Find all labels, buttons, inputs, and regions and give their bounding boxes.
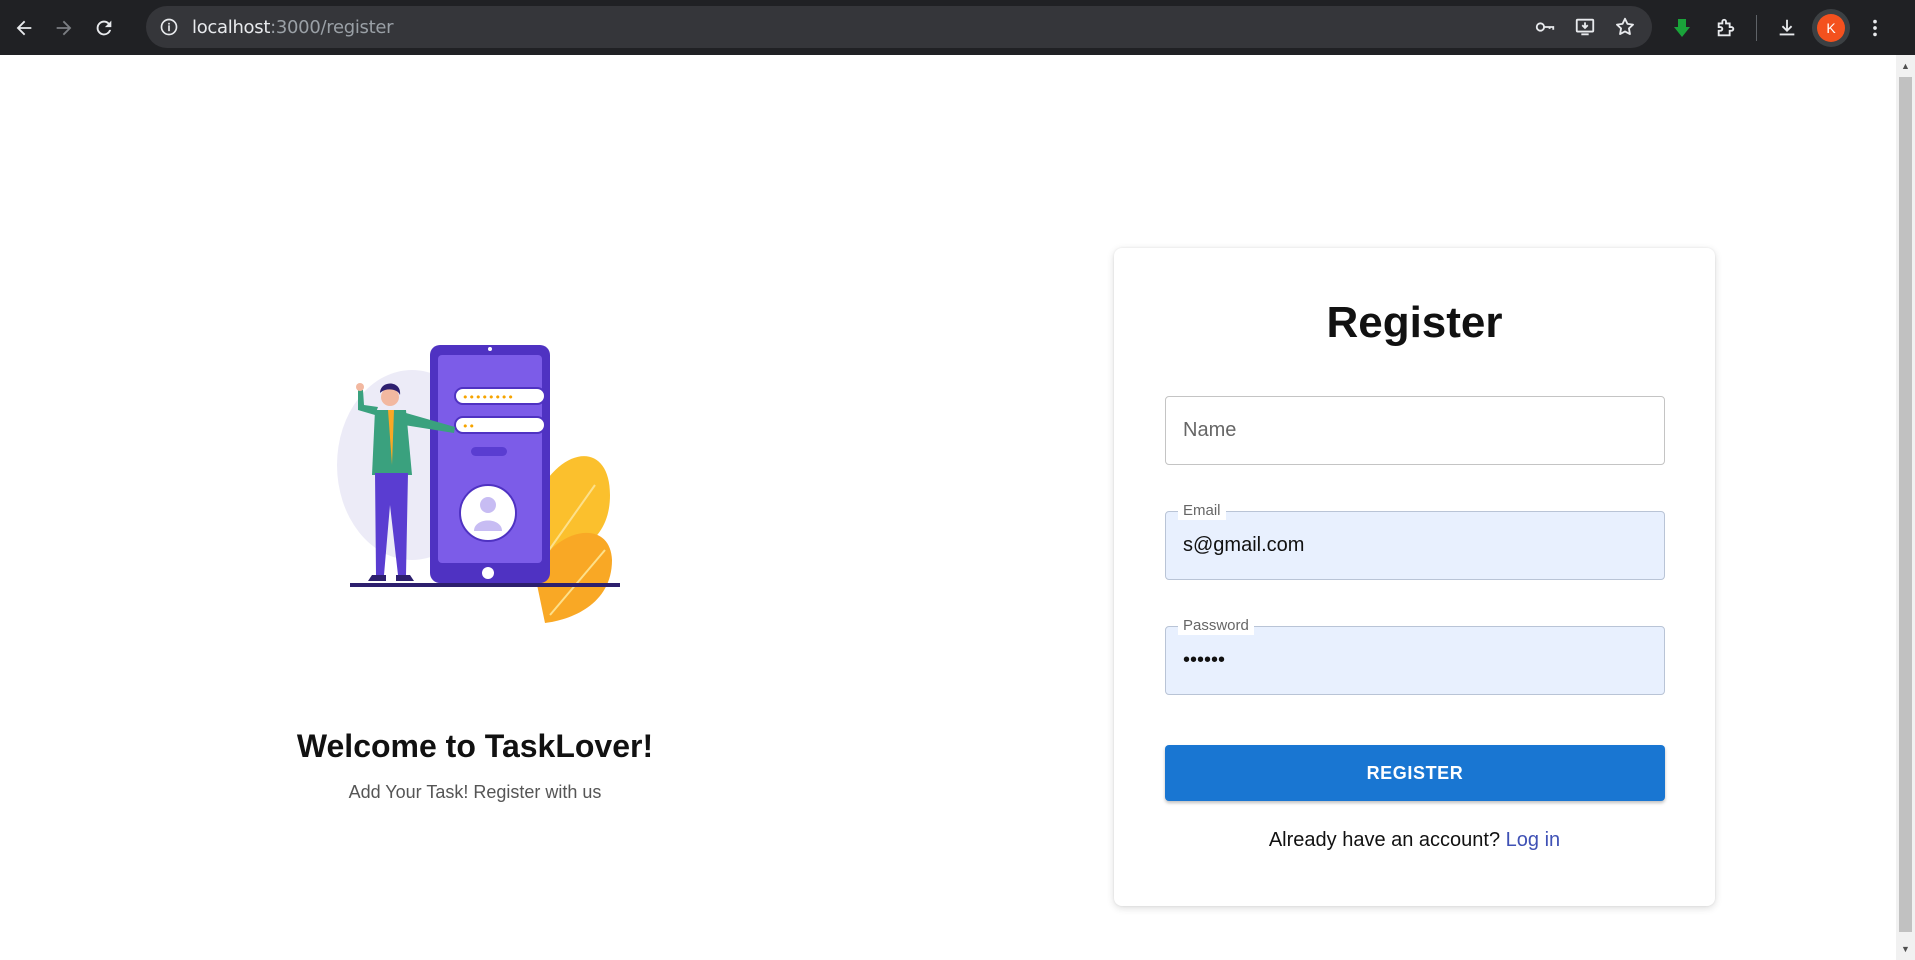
url-text[interactable]: localhost:3000/register bbox=[192, 16, 394, 38]
scroll-thumb[interactable] bbox=[1899, 77, 1912, 932]
install-app-icon[interactable] bbox=[1572, 14, 1598, 40]
email-input[interactable] bbox=[1166, 512, 1664, 579]
register-button[interactable]: REGISTER bbox=[1165, 745, 1665, 801]
svg-text:••: •• bbox=[462, 420, 475, 433]
name-input[interactable] bbox=[1166, 397, 1664, 464]
svg-text:••••••••: •••••••• bbox=[462, 391, 514, 404]
reload-icon bbox=[96, 20, 112, 35]
email-field: Email bbox=[1165, 502, 1665, 580]
download-icon[interactable] bbox=[1773, 14, 1801, 42]
star-icon[interactable] bbox=[1612, 14, 1638, 40]
info-icon[interactable] bbox=[156, 14, 182, 40]
page-scrollbar[interactable]: ▲ ▼ bbox=[1896, 55, 1915, 960]
scroll-up-arrow[interactable]: ▲ bbox=[1896, 57, 1915, 75]
welcome-subtitle: Add Your Task! Register with us bbox=[348, 782, 602, 802]
login-link[interactable]: Log in bbox=[1506, 829, 1561, 851]
forward-button[interactable] bbox=[46, 10, 82, 46]
back-button[interactable] bbox=[6, 10, 42, 46]
green-down-arrow-icon[interactable] bbox=[1668, 14, 1696, 42]
password-field: Password bbox=[1165, 617, 1665, 695]
profile-avatar[interactable]: K bbox=[1817, 13, 1845, 42]
name-field bbox=[1165, 396, 1665, 465]
login-prompt-line: Already have an account? Log in bbox=[1114, 829, 1715, 852]
welcome-title: Welcome to TaskLover! bbox=[296, 728, 654, 764]
register-card: Register Email Password REGISTER Already… bbox=[1114, 248, 1715, 906]
address-bar[interactable]: localhost:3000/register bbox=[146, 6, 1652, 48]
register-page: •••••••• •• Welcome to TaskLover! Add Yo… bbox=[0, 55, 1896, 960]
phone-login-illustration: •••••••• •• bbox=[337, 345, 620, 623]
puzzle-icon[interactable] bbox=[1712, 14, 1740, 42]
form-title: Register bbox=[1326, 298, 1503, 347]
kebab-menu-icon[interactable] bbox=[1861, 14, 1889, 42]
scroll-down-arrow[interactable]: ▼ bbox=[1896, 940, 1915, 958]
browser-toolbar: localhost:3000/register K bbox=[0, 0, 1915, 55]
toolbar-divider bbox=[1756, 14, 1757, 41]
url-host: localhost bbox=[192, 16, 271, 38]
login-prompt-text: Already have an account? bbox=[1268, 829, 1501, 851]
key-icon[interactable] bbox=[1532, 14, 1558, 40]
password-input[interactable] bbox=[1166, 627, 1664, 694]
reload-button[interactable] bbox=[86, 10, 122, 46]
url-path: :3000/register bbox=[270, 16, 394, 38]
arrow-right-icon bbox=[56, 20, 72, 35]
arrow-left-icon bbox=[16, 20, 32, 35]
